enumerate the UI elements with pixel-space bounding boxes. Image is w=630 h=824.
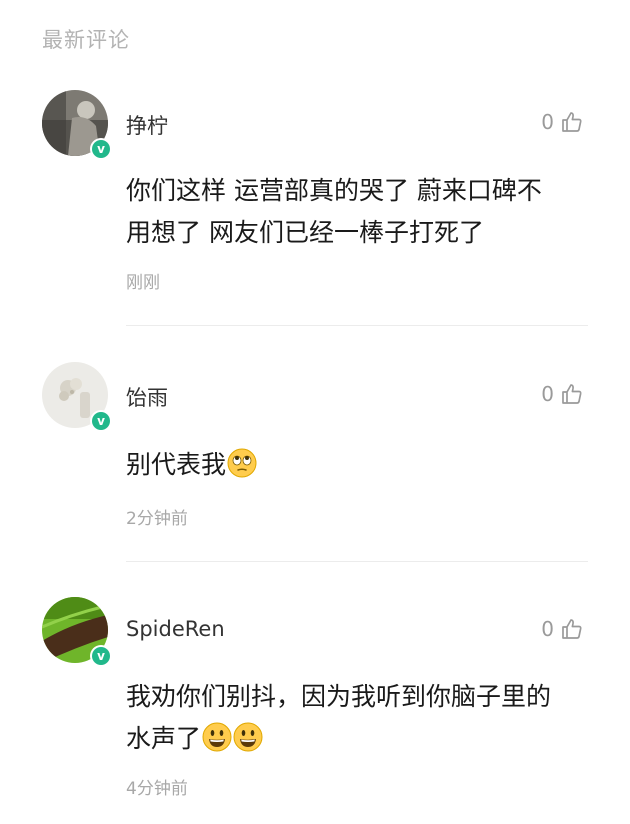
like-button[interactable]: 0: [541, 110, 584, 134]
thumbs-up-icon: [562, 112, 582, 132]
grinning-face-emoji: [233, 722, 263, 752]
like-count: 0: [541, 617, 554, 641]
like-button[interactable]: 0: [541, 617, 584, 641]
like-count: 0: [541, 382, 554, 406]
verified-badge-icon: v: [90, 645, 112, 667]
avatar[interactable]: v: [42, 597, 112, 667]
section-title: 最新评论: [42, 28, 130, 52]
thumbs-up-icon: [562, 384, 582, 404]
comment-text: 别代表我: [126, 444, 596, 486]
avatar[interactable]: v: [42, 90, 112, 160]
divider: [126, 325, 588, 326]
like-button[interactable]: 0: [541, 382, 584, 406]
username[interactable]: SpideRen: [126, 617, 225, 641]
grinning-face-emoji: [202, 722, 232, 752]
comment-time: 2分钟前: [126, 509, 188, 529]
face-with-rolling-eyes-emoji: [227, 448, 257, 478]
comment-text: 你们这样 运营部真的哭了 蔚来口碑不 用想了 网友们已经一棒子打死了: [126, 176, 542, 247]
comment-time: 刚刚: [126, 273, 160, 293]
thumbs-up-icon: [562, 619, 582, 639]
divider: [126, 561, 588, 562]
comment-time: 4分钟前: [126, 779, 188, 799]
like-count: 0: [541, 110, 554, 134]
username[interactable]: 饴雨: [126, 382, 168, 412]
comment-text: 我劝你们别抖，因为我听到你脑子里的 水声了: [126, 682, 552, 753]
avatar[interactable]: v: [42, 362, 112, 432]
verified-badge-icon: v: [90, 410, 112, 432]
username[interactable]: 挣柠: [126, 110, 168, 140]
verified-badge-icon: v: [90, 138, 112, 160]
